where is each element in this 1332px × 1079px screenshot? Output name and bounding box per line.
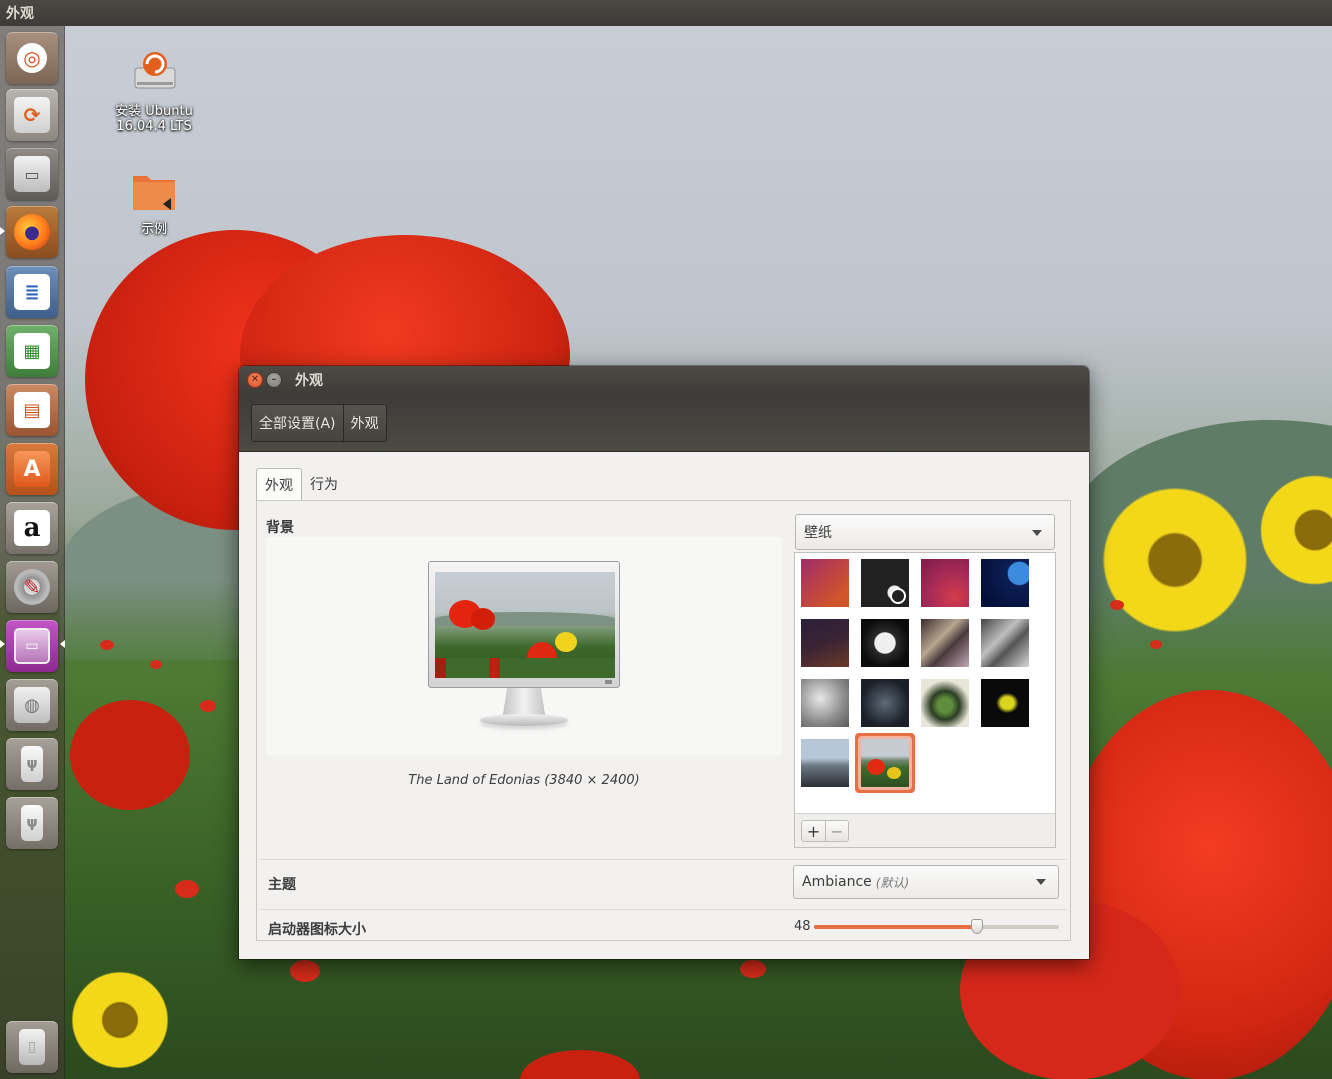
firefox-running-pip [0, 227, 5, 235]
desktop-install-label-2: 16.04.4 LTS [116, 119, 192, 134]
wallpaper-thumb-7[interactable] [921, 619, 969, 667]
slider-fill [814, 925, 977, 929]
minimize-icon[interactable]: – [266, 372, 282, 388]
tab-panel-appearance: 背景 The Land of Edonias (3840 × 2400) 壁纸 … [256, 500, 1071, 941]
theme-label: 主题 [268, 877, 296, 893]
ubuntu-software-icon[interactable]: A [6, 443, 58, 495]
amazon-icon[interactable]: a [6, 502, 58, 554]
tab-behavior[interactable]: 行为 [302, 468, 346, 500]
appearance-icon[interactable]: ▭ [6, 620, 58, 672]
trash-icon[interactable]: ▯ [6, 1021, 58, 1073]
monitor-preview [428, 561, 620, 733]
wallpaper-thumb-2[interactable] [861, 559, 909, 607]
top-panel-title: 外观 [6, 6, 34, 22]
firefox-icon[interactable]: ● [6, 206, 58, 258]
wallpaper-preview [266, 537, 782, 755]
launcher: ◎ ⟳ ▭ ● ≣ ▦ ▤ A a ✎ ▭ ◍ ψ ψ ▯ [0, 26, 65, 1079]
usb-drive-2-icon[interactable]: ψ [6, 797, 58, 849]
drive-icon[interactable]: ◍ [6, 679, 58, 731]
installer-icon [129, 46, 179, 96]
libreoffice-calc-icon[interactable]: ▦ [6, 325, 58, 377]
add-remove-group: + − [801, 820, 849, 842]
wallpaper-thumb-5[interactable] [801, 619, 849, 667]
window-toolbar: 全部设置(A) 外观 [239, 394, 1089, 452]
libreoffice-writer-icon[interactable]: ≣ [6, 266, 58, 318]
tab-appearance[interactable]: 外观 [256, 468, 302, 500]
breadcrumb-all-settings[interactable]: 全部设置(A) [252, 404, 344, 441]
window-titlebar[interactable]: ✕ – 外观 [239, 366, 1089, 394]
ubuntu-dash-icon[interactable]: ◎ [6, 32, 58, 84]
install-ubuntu-icon[interactable]: ⟳ [6, 89, 58, 141]
wallpaper-thumb-6[interactable] [861, 619, 909, 667]
remove-wallpaper-button[interactable]: − [825, 821, 848, 841]
top-panel: 外观 [0, 0, 1332, 26]
wallpaper-grid-footer: + − [795, 813, 1055, 847]
clock-icon [890, 588, 906, 604]
appearance-window: ✕ – 外观 全部设置(A) 外观 外观 行为 背景 The Land of E… [239, 366, 1089, 959]
background-label: 背景 [266, 520, 294, 536]
theme-default-tag: (默认) [875, 875, 910, 890]
files-icon[interactable]: ▭ [6, 148, 58, 200]
wallpaper-caption: The Land of Edonias (3840 × 2400) [408, 773, 640, 788]
wallpaper-source-dropdown[interactable]: 壁纸 [795, 514, 1055, 550]
wallpaper-thumb-14-selected[interactable] [855, 733, 915, 793]
wallpaper-source-value: 壁纸 [804, 525, 832, 541]
wallpaper-thumb-4[interactable] [981, 559, 1029, 607]
desktop-examples-label: 示例 [140, 222, 167, 237]
folder-icon [129, 170, 179, 214]
tab-bar: 外观 行为 [256, 468, 346, 500]
slider-handle[interactable] [971, 919, 983, 934]
add-wallpaper-button[interactable]: + [802, 821, 825, 841]
wallpaper-thumb-11[interactable] [921, 679, 969, 727]
wallpaper-thumb-9[interactable] [801, 679, 849, 727]
launcher-icon-size-label: 启动器图标大小 [268, 922, 366, 938]
window-title: 外观 [295, 373, 323, 389]
desktop-install-label-1: 安装 Ubuntu [115, 104, 193, 119]
system-settings-icon[interactable]: ✎ [6, 561, 58, 613]
close-icon[interactable]: ✕ [247, 372, 263, 388]
wallpaper-thumb-10[interactable] [861, 679, 909, 727]
launcher-icon-size-value: 48 [794, 919, 811, 934]
breadcrumb-appearance[interactable]: 外观 [344, 405, 386, 441]
desktop-examples[interactable]: 示例 [104, 170, 204, 237]
launcher-icon-size-slider[interactable] [814, 919, 1059, 934]
window-content: 外观 行为 背景 The Land of Edonias (3840 × 240… [239, 452, 1089, 959]
theme-value: Ambiance [802, 874, 872, 890]
chevron-down-icon [1032, 530, 1042, 536]
usb-drive-1-icon[interactable]: ψ [6, 738, 58, 790]
wallpaper-thumb-3[interactable] [921, 559, 969, 607]
appearance-running-pip [0, 640, 5, 648]
divider [260, 859, 1067, 860]
breadcrumb: 全部设置(A) 外观 [251, 403, 387, 442]
wallpaper-thumb-13[interactable] [801, 739, 849, 787]
wallpaper-thumb-12[interactable] [981, 679, 1029, 727]
wallpaper-thumb-1[interactable] [801, 559, 849, 607]
chevron-down-icon [1036, 879, 1046, 885]
wallpaper-thumb-8[interactable] [981, 619, 1029, 667]
desktop-install-ubuntu[interactable]: 安装 Ubuntu 16.04.4 LTS [104, 46, 204, 134]
theme-dropdown[interactable]: Ambiance (默认) [793, 865, 1059, 899]
wallpaper-grid: + − [794, 552, 1056, 848]
divider [260, 909, 1067, 910]
libreoffice-impress-icon[interactable]: ▤ [6, 384, 58, 436]
appearance-active-pip [60, 640, 65, 648]
